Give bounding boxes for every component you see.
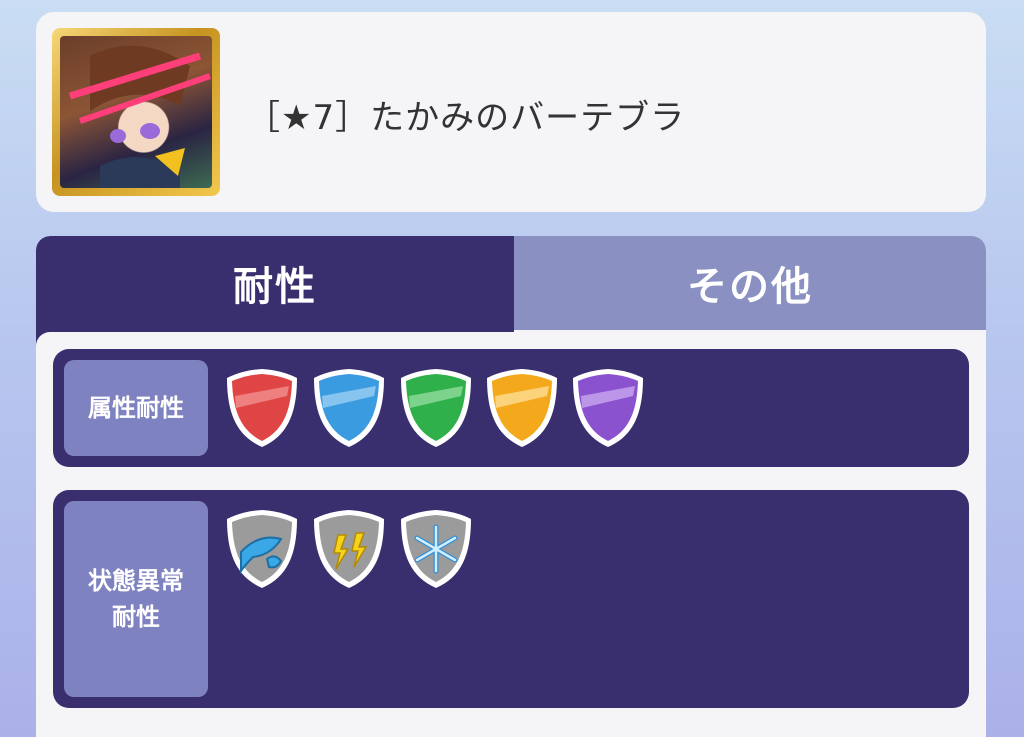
attribute-resistance-label: 属性耐性	[64, 360, 208, 456]
yellow-shield-icon[interactable]	[483, 366, 561, 450]
tab-content: 属性耐性 状態異常 耐性	[36, 332, 986, 737]
character-portrait[interactable]	[52, 28, 220, 196]
tab-resistance[interactable]: 耐性	[36, 236, 514, 330]
tab-other[interactable]: その他	[514, 236, 986, 330]
lightning-shield-icon[interactable]	[310, 507, 388, 591]
character-header: ［★7］たかみのバーテブラ	[36, 12, 986, 212]
red-shield-icon[interactable]	[223, 366, 301, 450]
status-resistance-label: 状態異常 耐性	[64, 501, 208, 697]
character-portrait-image	[60, 36, 212, 188]
resistance-panel: 耐性 その他 属性耐性 状態異常 耐性	[36, 236, 986, 737]
character-name: ［★7］たかみのバーテブラ	[246, 98, 686, 138]
snowflake-shield-icon[interactable]	[397, 507, 475, 591]
blue-shield-icon[interactable]	[310, 366, 388, 450]
status-resistance-row: 状態異常 耐性	[53, 490, 969, 708]
purple-shield-icon[interactable]	[569, 366, 647, 450]
attribute-resistance-row: 属性耐性	[53, 349, 969, 467]
water-drop-shield-icon[interactable]	[223, 507, 301, 591]
green-shield-icon[interactable]	[397, 366, 475, 450]
